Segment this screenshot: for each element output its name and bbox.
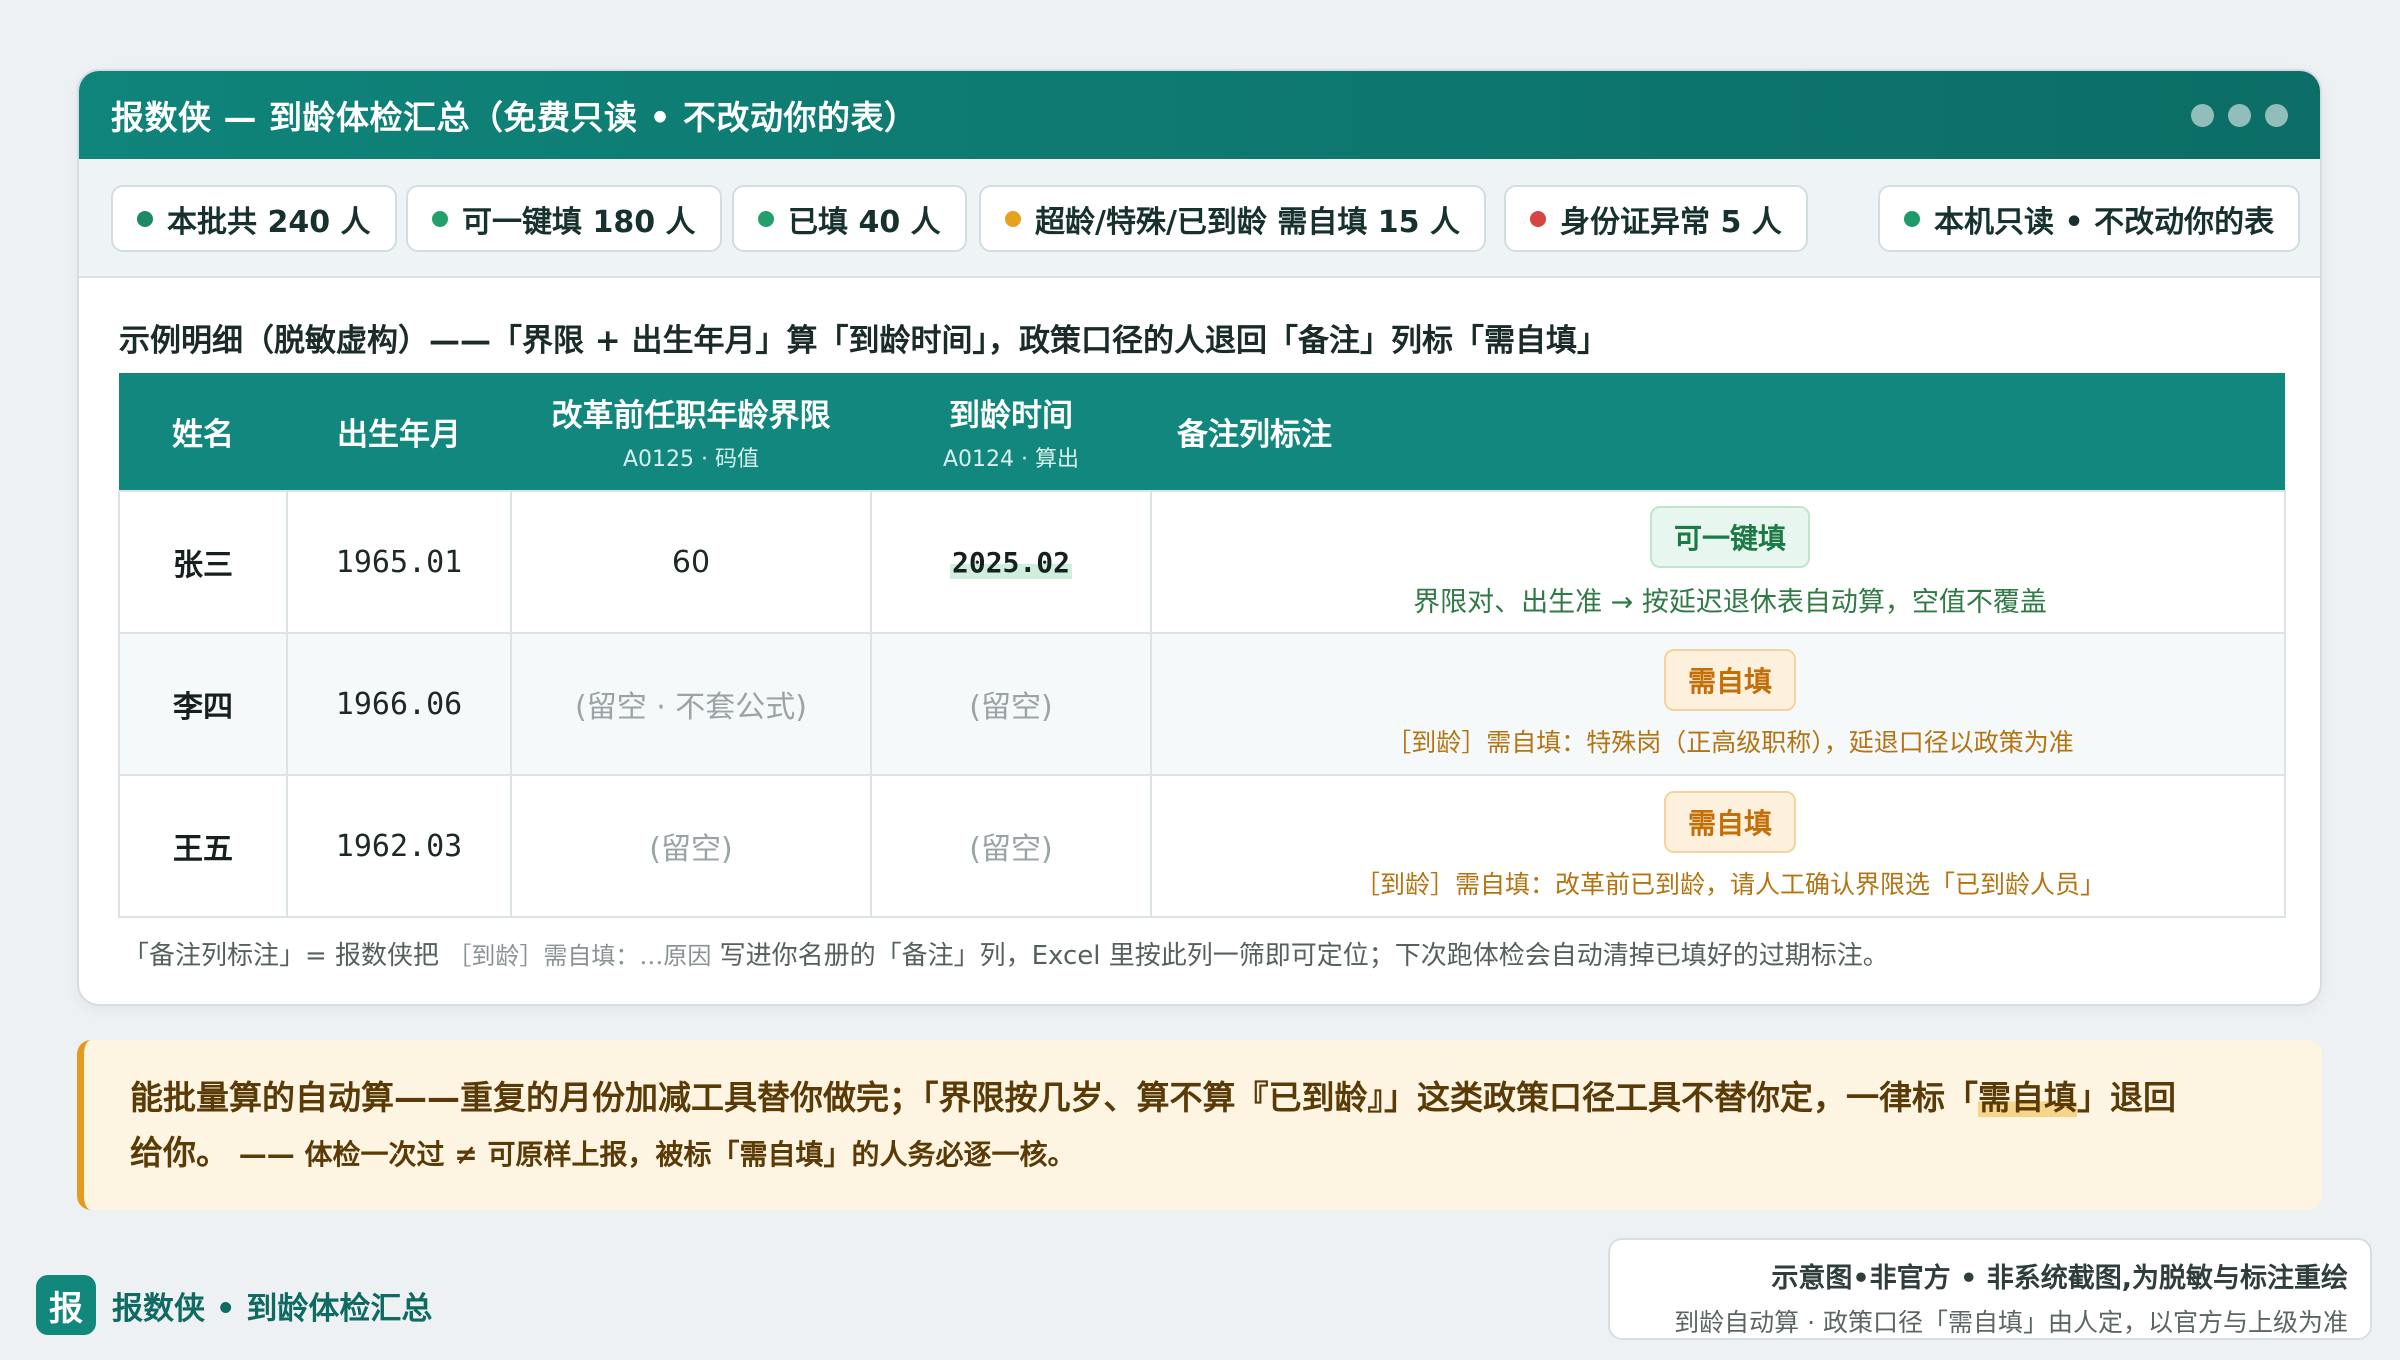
column-header-limit: 改革前任职年龄界限 A0125 · 码值: [511, 373, 871, 491]
stat-label: 本批共 240 人: [167, 204, 371, 240]
cell-due: 2025.02: [870, 490, 1152, 634]
cell-note: 需自填 ［到龄］需自填：改革前已到龄，请人工确认界限选「已到龄人员」: [1150, 774, 2286, 918]
status-dot-icon: [758, 210, 774, 227]
cell-name: 李四: [118, 632, 288, 776]
footnote-mark: ［到龄］需自填：…原因: [447, 942, 712, 970]
status-dot-icon: [1005, 210, 1021, 227]
detail-table: 姓名 出生年月 改革前任职年龄界限 A0125 · 码值 到龄时间 A0124 …: [118, 373, 2286, 918]
disclaimer-text: 到龄自动算 · 政策口径「需自填」由人定，以官方与上级为准: [1674, 1308, 2348, 1337]
table-row: 李四 1966.06 (留空 · 不套公式) (留空) 需自填 ［到龄］需自填：…: [118, 632, 2286, 776]
column-header-name: 姓名: [119, 373, 287, 491]
column-header-limit-sub: A0125 · 码值: [622, 447, 760, 472]
stat-label: 超龄/特殊/已到龄 需自填 15 人: [1035, 204, 1460, 240]
stats-bar: 本批共 240 人 可一键填 180 人 已填 40 人 超龄/特殊/已到龄 需…: [79, 159, 2320, 278]
disclaimer-title: 示意图•非官方 • 非系统截图,为脱敏与标注重绘: [1771, 1263, 2348, 1294]
column-header-birth: 出生年月: [287, 373, 511, 491]
table-footnote: 「备注列标注」= 报数侠把 ［到龄］需自填：…原因 写进你名册的「备注」列，Ex…: [123, 935, 1889, 972]
cell-birth: 1962.03: [286, 774, 512, 918]
cell-birth: 1966.06: [286, 632, 512, 776]
brand: 报 报数侠 • 到龄体检汇总: [36, 1275, 432, 1335]
note-text: ［到龄］需自填：改革前已到龄，请人工确认界限选「已到龄人员」: [1354, 870, 2105, 899]
stat-chip-readonly: 本机只读 • 不改动你的表: [1878, 185, 2301, 252]
cell-limit: (留空 · 不套公式): [510, 632, 872, 776]
due-value: 2025.02: [949, 545, 1072, 579]
stat-label: 已填 40 人: [788, 204, 941, 240]
brand-name: 报数侠 • 到龄体检汇总: [112, 1290, 433, 1327]
callout-lead: 给你。: [130, 1133, 229, 1172]
stat-chip-filled: 已填 40 人: [732, 185, 967, 252]
status-dot-icon: [432, 210, 448, 227]
callout-text-b: 」退回: [2077, 1078, 2176, 1117]
column-header-due: 到龄时间 A0124 · 算出: [871, 373, 1151, 491]
window-title: 报数侠 — 到龄体检汇总（免费只读 • 不改动你的表）: [111, 98, 918, 137]
stat-chip-id-error: 身份证异常 5 人: [1504, 185, 1808, 252]
footnote-suffix: 写进你名册的「备注」列，Excel 里按此列一筛即可定位；下次跑体检会自动清掉已…: [719, 941, 1889, 971]
cell-due: (留空): [870, 632, 1152, 776]
note-text: ［到龄］需自填：特殊岗（正高级职称），延退口径以政策为准: [1386, 728, 2074, 757]
stat-label: 身份证异常 5 人: [1560, 204, 1782, 240]
cell-name: 张三: [118, 490, 288, 634]
stat-label: 可一键填 180 人: [462, 204, 696, 240]
note-text: 界限对、出生准 → 按延迟退休表自动算，空值不覆盖: [1413, 586, 2047, 618]
callout-line-1: 能批量算的自动算——重复的月份加减工具替你做完；「界限按几岁、算不算『已到龄』」…: [130, 1070, 2282, 1126]
brand-logo: 报: [36, 1275, 96, 1335]
cell-birth: 1965.01: [286, 490, 512, 634]
status-dot-icon: [1904, 210, 1920, 227]
cell-note: 可一键填 界限对、出生准 → 按延迟退休表自动算，空值不覆盖: [1150, 490, 2286, 634]
cell-limit: (留空): [510, 774, 872, 918]
column-header-limit-label: 改革前任职年龄界限: [551, 398, 831, 434]
status-badge: 需自填: [1663, 791, 1796, 853]
window-dot-2[interactable]: [2228, 103, 2251, 127]
cell-limit: 60: [510, 490, 872, 634]
stat-label: 本机只读 • 不改动你的表: [1934, 204, 2275, 240]
column-header-due-sub: A0124 · 算出: [942, 447, 1080, 472]
summary-window: 报数侠 — 到龄体检汇总（免费只读 • 不改动你的表） 本批共 240 人 可一…: [77, 69, 2322, 1006]
callout-highlight: 需自填: [1978, 1078, 2077, 1117]
status-dot-icon: [1530, 210, 1546, 227]
window-dot-1[interactable]: [2191, 103, 2214, 127]
window-dot-3[interactable]: [2265, 103, 2288, 127]
status-badge: 可一键填: [1649, 505, 1810, 568]
section-title: 示例明细（脱敏虚构）——「界限 + 出生年月」算「到龄时间」，政策口径的人退回「…: [119, 323, 1609, 359]
cell-note: 需自填 ［到龄］需自填：特殊岗（正高级职称），延退口径以政策为准: [1150, 632, 2286, 776]
callout-line-2: 给你。 —— 体检一次过 ≠ 可原样上报，被标「需自填」的人务必逐一核。: [130, 1126, 2282, 1174]
status-badge: 需自填: [1663, 649, 1796, 711]
column-header-due-label: 到龄时间: [949, 398, 1073, 434]
table-row: 张三 1965.01 60 2025.02 可一键填 界限对、出生准 → 按延迟…: [118, 490, 2286, 634]
callout-rest: —— 体检一次过 ≠ 可原样上报，被标「需自填」的人务必逐一核。: [238, 1138, 1076, 1171]
cell-due: (留空): [870, 774, 1152, 918]
stat-chip-self-fill: 超龄/特殊/已到龄 需自填 15 人: [979, 185, 1486, 252]
stat-chip-total: 本批共 240 人: [111, 185, 397, 252]
stat-chip-one-click: 可一键填 180 人: [406, 185, 722, 252]
warning-callout: 能批量算的自动算——重复的月份加减工具替你做完；「界限按几岁、算不算『已到龄』」…: [77, 1040, 2322, 1210]
title-bar: 报数侠 — 到龄体检汇总（免费只读 • 不改动你的表）: [79, 71, 2320, 159]
disclaimer-box: 示意图•非官方 • 非系统截图,为脱敏与标注重绘 到龄自动算 · 政策口径「需自…: [1608, 1238, 2372, 1340]
table-row: 王五 1962.03 (留空) (留空) 需自填 ［到龄］需自填：改革前已到龄，…: [118, 774, 2286, 918]
callout-text-a: 能批量算的自动算——重复的月份加减工具替你做完；「界限按几岁、算不算『已到龄』」…: [130, 1078, 1978, 1117]
window-controls: [2191, 103, 2288, 127]
table-header-row: 姓名 出生年月 改革前任职年龄界限 A0125 · 码值 到龄时间 A0124 …: [119, 373, 2285, 491]
status-dot-icon: [137, 210, 153, 227]
footnote-prefix: 「备注列标注」= 报数侠把: [123, 941, 440, 971]
cell-name: 王五: [118, 774, 288, 918]
column-header-note: 备注列标注: [1151, 373, 2285, 491]
